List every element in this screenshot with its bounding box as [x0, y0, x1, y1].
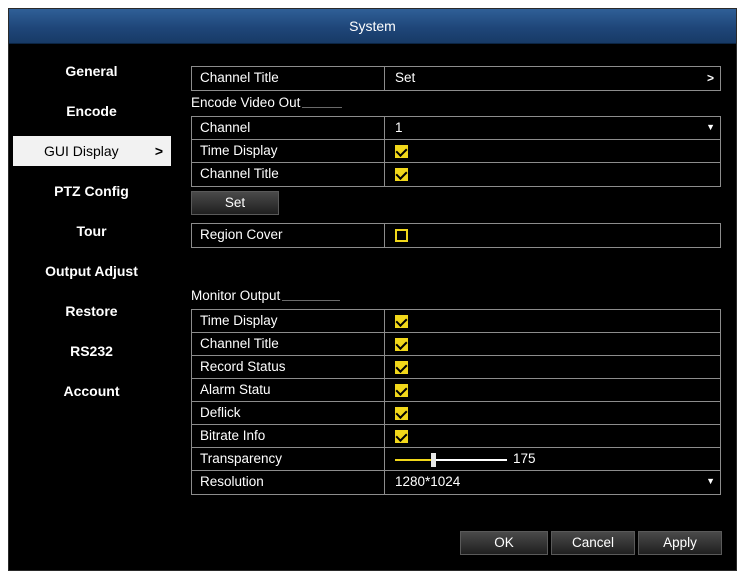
encode-time-display-row: Time Display [192, 140, 720, 163]
slider-fill [395, 459, 432, 461]
monitor-output-grid: Time Display Channel Title Record Status… [191, 309, 721, 495]
monitor-channel-title-row: Channel Title [192, 333, 720, 356]
encode-video-out-heading: Encode Video Out [191, 95, 343, 110]
sidebar-item-tour[interactable]: Tour [9, 216, 174, 256]
sidebar-item-label: Account [63, 383, 120, 399]
region-cover-label: Region Cover [192, 224, 385, 247]
encode-channel-title-row: Channel Title [192, 163, 720, 186]
channel-title-label: Channel Title [192, 67, 385, 90]
deflick-checkbox[interactable] [395, 407, 408, 420]
region-cover-row: Region Cover [192, 224, 720, 247]
sidebar-item-label: Restore [65, 303, 118, 319]
sidebar-item-rs232[interactable]: RS232 [9, 336, 174, 376]
sidebar: General Encode GUI Display > PTZ Config … [9, 56, 174, 416]
cancel-button[interactable]: Cancel [551, 531, 635, 555]
bitrate-info-checkbox[interactable] [395, 430, 408, 443]
monitor-channel-title-checkbox[interactable] [395, 338, 408, 351]
record-status-label: Record Status [192, 356, 385, 378]
alarm-statu-row: Alarm Statu [192, 379, 720, 402]
sidebar-item-restore[interactable]: Restore [9, 296, 174, 336]
record-status-row: Record Status [192, 356, 720, 379]
channel-title-row[interactable]: Channel Title Set > [192, 67, 720, 90]
encode-time-display-checkbox[interactable] [395, 145, 408, 158]
encode-time-display-label: Time Display [192, 140, 385, 162]
monitor-time-display-checkbox[interactable] [395, 315, 408, 328]
sidebar-item-gui-display[interactable]: GUI Display > [13, 136, 171, 166]
transparency-label: Transparency [192, 448, 385, 470]
encode-video-out-label: Encode Video Out [191, 95, 301, 110]
sidebar-item-label: GUI Display [44, 143, 119, 159]
sidebar-item-account[interactable]: Account [9, 376, 174, 416]
channel-title-grid: Channel Title Set > [191, 66, 721, 91]
ok-button[interactable]: OK [460, 531, 548, 555]
set-button[interactable]: Set [191, 191, 279, 215]
channel-label: Channel [192, 117, 385, 139]
system-window: System General Encode GUI Display > PTZ … [8, 8, 737, 571]
content-panel: Channel Title Set > Encode Video Out Cha… [174, 46, 736, 570]
sidebar-item-label: Encode [66, 103, 117, 119]
section-divider [282, 300, 341, 301]
encode-video-out-grid: Channel 1 ▼ Time Display Channel Title [191, 116, 721, 187]
sidebar-item-label: Tour [76, 223, 107, 239]
slider-thumb[interactable] [431, 453, 436, 467]
transparency-row: Transparency 175 [192, 448, 720, 471]
region-cover-checkbox[interactable] [395, 229, 408, 242]
channel-select[interactable]: 1 ▼ [385, 117, 720, 139]
alarm-statu-checkbox[interactable] [395, 384, 408, 397]
sidebar-item-ptz-config[interactable]: PTZ Config [9, 176, 174, 216]
transparency-slider[interactable] [395, 453, 507, 467]
monitor-output-heading: Monitor Output [191, 288, 341, 303]
monitor-channel-title-label: Channel Title [192, 333, 385, 355]
sidebar-item-label: PTZ Config [54, 183, 129, 199]
resolution-row: Resolution 1280*1024 ▼ [192, 471, 720, 494]
record-status-checkbox[interactable] [395, 361, 408, 374]
encode-channel-title-label: Channel Title [192, 163, 385, 186]
sidebar-item-general[interactable]: General [9, 56, 174, 96]
alarm-statu-label: Alarm Statu [192, 379, 385, 401]
monitor-time-display-label: Time Display [192, 310, 385, 332]
caret-down-icon: ▼ [706, 122, 715, 132]
channel-row: Channel 1 ▼ [192, 117, 720, 140]
section-divider [302, 107, 343, 108]
region-cover-grid: Region Cover [191, 223, 721, 248]
chevron-right-icon: > [154, 143, 163, 159]
slider-track [435, 459, 507, 461]
channel-title-set-field[interactable]: Set > [385, 67, 720, 90]
sidebar-item-label: Output Adjust [45, 263, 138, 279]
transparency-value: 175 [513, 451, 536, 466]
transparency-slider-cell: 175 [385, 448, 720, 470]
chevron-right-icon: > [706, 71, 714, 85]
sidebar-item-label: RS232 [70, 343, 113, 359]
deflick-row: Deflick [192, 402, 720, 425]
sidebar-item-label: General [65, 63, 118, 79]
bitrate-info-label: Bitrate Info [192, 425, 385, 447]
channel-value: 1 [395, 120, 403, 135]
resolution-value: 1280*1024 [395, 474, 461, 489]
channel-title-set-value: Set [395, 70, 416, 85]
sidebar-item-output-adjust[interactable]: Output Adjust [9, 256, 174, 296]
apply-button[interactable]: Apply [638, 531, 722, 555]
window-title: System [9, 9, 736, 44]
monitor-output-label: Monitor Output [191, 288, 281, 303]
resolution-select[interactable]: 1280*1024 ▼ [385, 471, 720, 494]
monitor-time-display-row: Time Display [192, 310, 720, 333]
deflick-label: Deflick [192, 402, 385, 424]
caret-down-icon: ▼ [706, 476, 715, 486]
sidebar-item-encode[interactable]: Encode [9, 96, 174, 136]
bitrate-info-row: Bitrate Info [192, 425, 720, 448]
resolution-label: Resolution [192, 471, 385, 494]
encode-channel-title-checkbox[interactable] [395, 168, 408, 181]
